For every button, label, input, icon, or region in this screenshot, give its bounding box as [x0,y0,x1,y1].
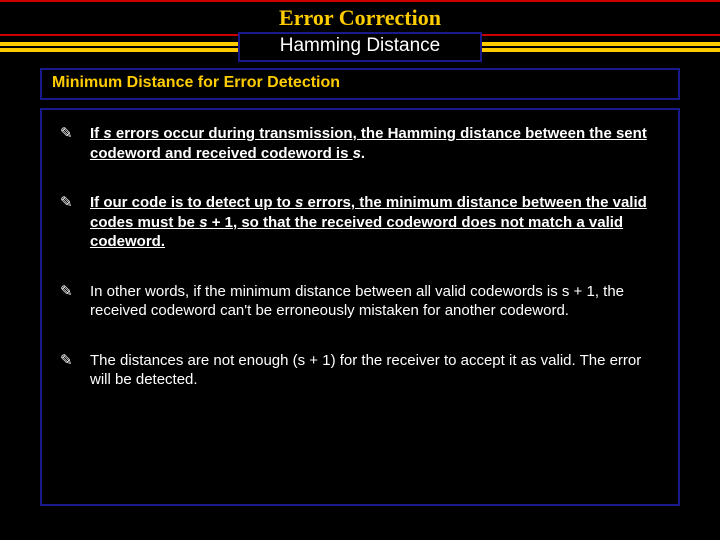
section-header-text: Minimum Distance for Error Detection [52,74,340,91]
bullet-icon: ✎ [60,124,90,163]
bullet-icon: ✎ [60,282,90,321]
bullet-icon: ✎ [60,351,90,390]
bullet-item: ✎ The distances are not enough (s + 1) f… [60,351,660,390]
bullet-item: ✎ In other words, if the minimum distanc… [60,282,660,321]
bullet-text: The distances are not enough (s + 1) for… [90,351,660,390]
bullet-item: ✎ If s errors occur during transmission,… [60,124,660,163]
bullet-text: If s errors occur during transmission, t… [90,124,660,163]
bullet-text: In other words, if the minimum distance … [90,282,660,321]
title-bar: Error Correction [0,0,720,36]
bullet-text: If our code is to detect up to s errors,… [90,193,660,252]
section-header: Minimum Distance for Error Detection [40,68,680,100]
slide-subtitle: Hamming Distance [280,35,441,56]
subtitle-box: Hamming Distance [238,32,483,62]
slide-title: Error Correction [279,5,441,30]
content-box: ✎ If s errors occur during transmission,… [40,108,680,506]
stripe-row: Hamming Distance [0,36,720,58]
bullet-icon: ✎ [60,193,90,252]
bullet-item: ✎ If our code is to detect up to s error… [60,193,660,252]
